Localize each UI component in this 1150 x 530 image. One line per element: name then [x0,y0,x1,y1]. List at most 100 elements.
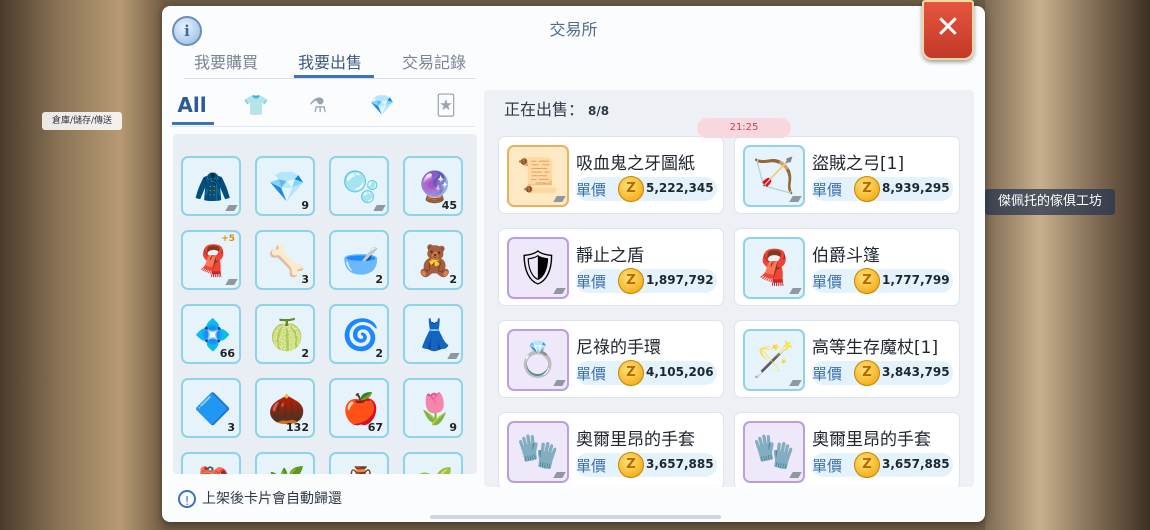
refine-level: +5 [221,234,235,244]
inventory-slot[interactable]: 🌱 [403,452,463,474]
listing-card[interactable]: 🧤 奧爾里昂的手套 單價 Z 3,657,885 [734,412,960,487]
zeny-coin-icon: Z [854,360,880,386]
zeny-coin-icon: Z [854,268,880,294]
listing-card[interactable]: 🧤 奧爾里昂的手套 單價 Z 3,657,885 [498,412,724,487]
staff-icon: 🪄 [752,340,796,380]
listing-card[interactable]: 🛡 靜止之盾 單價 Z 1,897,792 [498,228,724,306]
unit-price-label: 單價 [812,273,843,291]
listing-thumbnail: 🧣 [743,237,805,299]
listing-card[interactable]: 🪄 高等生存魔杖[1] 單價 Z 3,843,795 [734,320,960,398]
inventory-slot[interactable]: 🌰 132 [255,378,315,438]
inventory-slot[interactable]: 🧥 [181,156,241,216]
category-bar: All 👕 ⚗ 💎 🃏 [170,86,475,127]
shield-icon: 🛡 [516,248,560,288]
equip-corner-icon [789,196,802,202]
listing-card[interactable]: 🧣 伯爵斗篷單價 Z 1,777,799 [734,228,960,306]
npc-label-furniture[interactable]: 傑佩托的傢俱工坊 [985,189,1115,215]
selling-header: 正在出售： 8/8 [504,96,609,120]
category-all[interactable]: All [172,90,212,120]
inventory-slot[interactable]: 🦴 3 [255,230,315,290]
inventory-slot[interactable]: 💎 9 [255,156,315,216]
inventory-slot[interactable]: 👗 [403,304,463,364]
close-button[interactable]: ✕ [922,0,974,60]
clock-badge: 21:25 [697,118,791,138]
horizontal-scrollbar[interactable] [430,515,721,519]
item-quantity: 2 [375,347,383,360]
listing-name: 靜止之盾 [576,246,644,266]
cape-icon: 🧣 [752,248,796,288]
listing-price: 1,777,799 [882,273,950,287]
unit-price-label: 單價 [812,365,843,383]
unit-price-label: 單價 [576,365,607,383]
unit-price-label: 單價 [576,273,607,291]
listing-name: 伯爵斗篷 [812,246,880,266]
listing-name: 高等生存魔杖[1] [812,338,939,358]
listing-thumbnail: 💍 [507,329,569,391]
listing-price: 5,222,345 [646,181,714,195]
bow-icon: 🏹 [752,156,796,196]
armor-icon[interactable]: 👕 [236,90,276,120]
listing-card[interactable]: 📜 吸血鬼之牙圖紙 單價 Z 5,222,345 [498,136,724,214]
inventory-slot[interactable]: 🔮 45 [403,156,463,216]
listing-price: 4,105,206 [646,365,714,379]
active-category-indicator [172,122,214,125]
inventory-slot[interactable]: 🫧 [329,156,389,216]
item-quantity: 3 [301,273,309,286]
zeny-coin-icon: Z [618,452,644,478]
inventory-slot[interactable]: 🥣 2 [329,230,389,290]
inventory-slot[interactable]: 💠 66 [181,304,241,364]
inventory-slot[interactable]: 🧸 2 [403,230,463,290]
purple-robe-icon: 🧥 [194,169,232,205]
inventory-slot[interactable]: 🧣 +5 [181,230,241,290]
listing-name: 盜賊之弓[1] [812,154,905,174]
inventory-slot[interactable]: 🌿 [255,452,315,474]
gem-icon[interactable]: 💎 [362,90,402,120]
inventory-slot[interactable]: 🏺 [329,452,389,474]
tab-bar: 我要購買 我要出售 交易記錄 [184,46,476,79]
inventory-slot[interactable]: 🍎 67 [329,378,389,438]
inventory-slot[interactable]: 🎒 [181,452,241,474]
tab-buy[interactable]: 我要購買 [194,49,258,73]
red-bag-icon: 🎒 [193,462,233,475]
equip-corner-icon [789,472,802,478]
item-quantity: 2 [449,273,457,286]
tab-sell[interactable]: 我要出售 [298,49,362,73]
listing-price: 3,657,885 [646,457,714,471]
notice: ! 上架後卡片會自動歸還 [178,488,342,508]
blueprint-icon: 📜 [516,156,560,196]
item-quantity: 66 [219,347,235,360]
equip-corner-icon [553,196,566,202]
equip-corner-icon [225,205,238,211]
inventory-slot[interactable]: 🔷 3 [181,378,241,438]
listing-thumbnail: 🪄 [743,329,805,391]
item-quantity: 9 [449,421,457,434]
zeny-coin-icon: Z [618,360,644,386]
inventory-slot[interactable]: 🌷 9 [403,378,463,438]
equip-corner-icon [225,279,238,285]
zeny-coin-icon: Z [854,452,880,478]
item-quantity: 9 [301,199,309,212]
potion-icon[interactable]: ⚗ [298,90,338,120]
herb-icon: 🌿 [267,462,307,475]
price-bar: 單價 Z 3,657,885 [576,452,717,478]
inventory-slot[interactable]: 🍈 2 [255,304,315,364]
price-bar: 單價 Z 1,777,799 [812,268,953,294]
price-bar: 單價 Z 3,657,885 [812,452,953,478]
bracelet-icon: 💍 [516,340,560,380]
price-bar: 單價 Z 1,897,792 [576,268,717,294]
tab-history[interactable]: 交易記錄 [402,49,466,73]
listing-card[interactable]: 🏹 盜賊之弓[1] 單價 Z 8,939,295 [734,136,960,214]
inventory-grid: 🧥 💎9🫧🔮45 🧣+5🦴3🥣2🧸2 💠66🍈2🌀2👗 🔷3🌰132🍎67🌷9 🎒 🌿 🏺 🌱 [173,134,477,474]
listing-name: 奧爾里昂的手套 [576,430,695,450]
npc-bubble-storage[interactable]: 倉庫/儲存/傳送 [42,112,122,130]
price-bar: 單價 Z 5,222,345 [576,176,717,202]
equip-corner-icon [553,288,566,294]
item-quantity: 2 [301,347,309,360]
inventory-slot[interactable]: 🌀 2 [329,304,389,364]
glove-icon: 🧤 [516,432,560,472]
item-quantity: 3 [227,421,235,434]
equip-corner-icon [789,288,802,294]
card-icon[interactable]: 🃏 [426,90,466,120]
listing-card[interactable]: 💍 尼祿的手環 單價 Z 4,105,206 [498,320,724,398]
item-quantity: 132 [286,421,309,434]
